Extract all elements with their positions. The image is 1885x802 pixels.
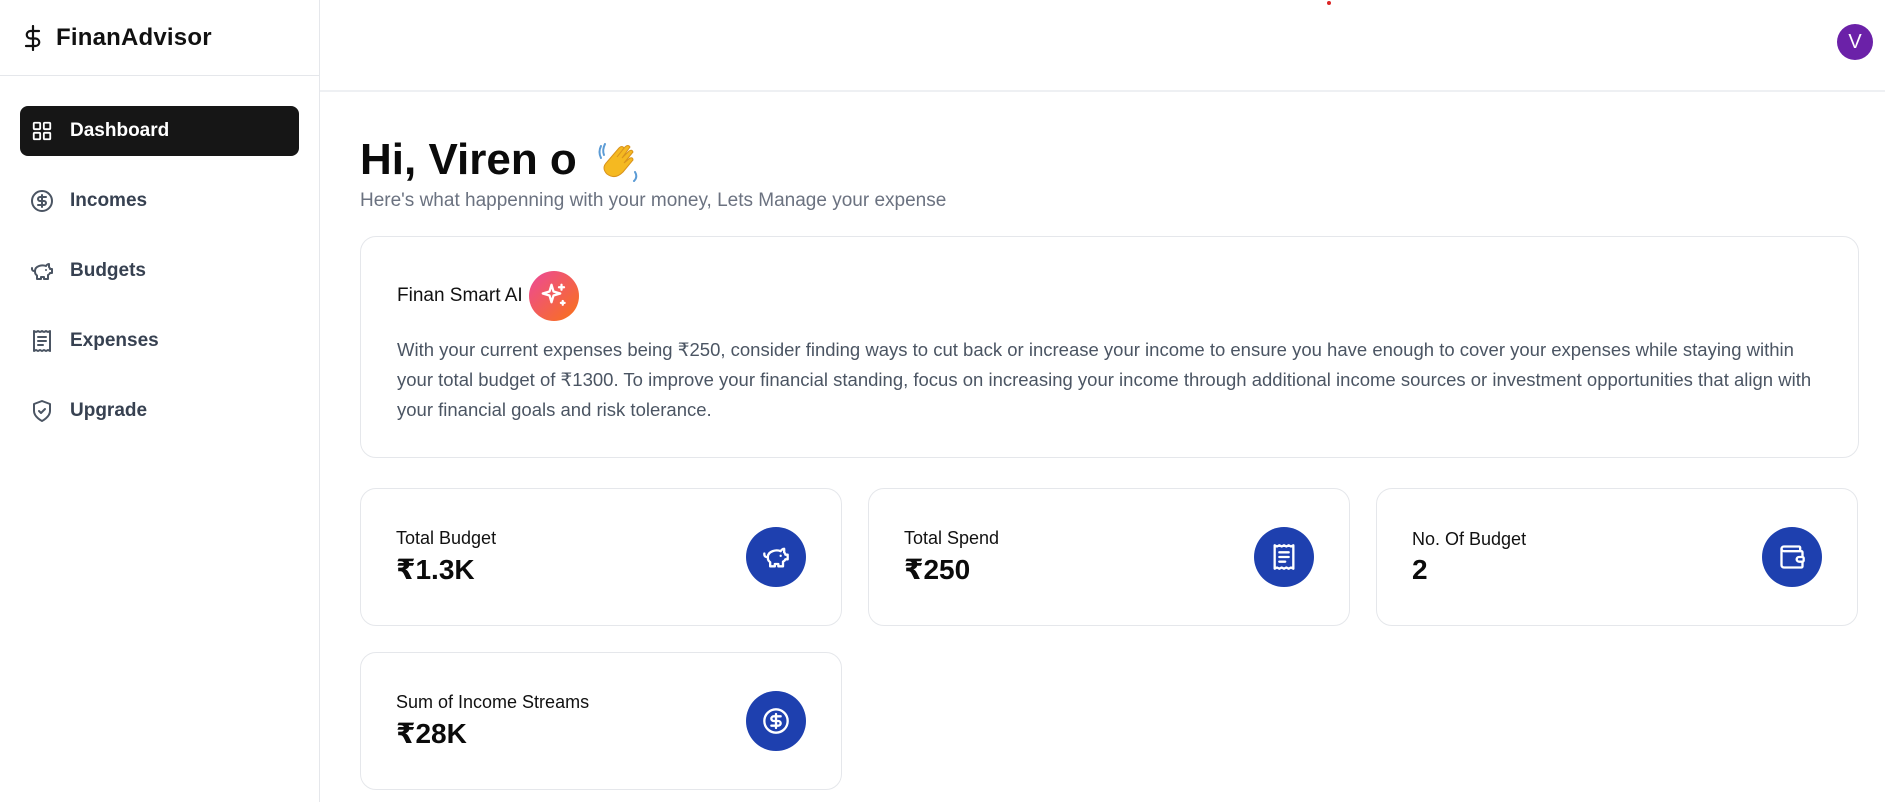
avatar[interactable]: V	[1837, 24, 1873, 60]
piggy-bank-icon	[746, 527, 806, 587]
ai-insight-text: With your current expenses being ₹250, c…	[397, 339, 1812, 420]
app: FinanAdvisor Dashboard Incomes Budgets E…	[0, 0, 1885, 802]
sidebar-item-expenses[interactable]: Expenses	[20, 316, 299, 366]
wallet-icon	[1762, 527, 1822, 587]
circle-dollar-icon	[746, 691, 806, 751]
stat-card-number-of-budgets: No. Of Budget 2	[1376, 488, 1858, 626]
sidebar-item-label: Budgets	[70, 260, 146, 281]
ai-card-header: Finan Smart AI	[397, 271, 1822, 321]
stat-value: ₹250	[904, 554, 971, 585]
stats-grid: Total Budget ₹1.3K Total Spend ₹250 No. …	[360, 488, 1859, 790]
brand-name: FinanAdvisor	[56, 23, 212, 51]
ai-card-title: Finan Smart AI	[397, 285, 523, 306]
main-content: Hi, Viren o Here's what happenning with …	[360, 92, 1859, 790]
piggy-bank-icon	[30, 259, 54, 283]
stat-label: Total Spend	[904, 528, 1000, 548]
layout-grid-icon	[30, 119, 54, 143]
sidebar-item-dashboard[interactable]: Dashboard	[20, 106, 299, 156]
dollar-icon	[22, 24, 44, 51]
sidebar-item-upgrade[interactable]: Upgrade	[20, 386, 299, 436]
shield-check-icon	[30, 399, 54, 423]
stat-card-total-budget: Total Budget ₹1.3K	[360, 488, 842, 626]
stat-label: Total Budget	[396, 528, 497, 548]
stat-value: ₹28K	[396, 718, 467, 749]
sidebar-nav: Dashboard Incomes Budgets Expenses Upgra…	[0, 76, 319, 436]
stat-value: 2	[1412, 553, 1428, 585]
waving-hand-icon	[595, 136, 643, 184]
avatar-initial: V	[1848, 30, 1862, 53]
sidebar-item-label: Incomes	[70, 190, 148, 211]
ai-insight-card: Finan Smart AI With your current expense…	[360, 236, 1859, 458]
stat-label: No. Of Budget	[1412, 528, 1527, 549]
receipt-icon	[30, 329, 54, 353]
receipt-icon	[1254, 527, 1314, 587]
sidebar-item-incomes[interactable]: Incomes	[20, 176, 299, 226]
brand[interactable]: FinanAdvisor	[0, 0, 319, 76]
top-header: V	[320, 0, 1885, 92]
page-subtitle: Here's what happenning with your money, …	[360, 190, 947, 211]
stat-label: Sum of Income Streams	[396, 692, 590, 712]
sidebar-item-label: Dashboard	[70, 120, 170, 141]
stat-value: ₹1.3K	[396, 554, 475, 585]
sidebar-item-label: Upgrade	[70, 400, 148, 421]
sidebar: FinanAdvisor Dashboard Incomes Budgets E…	[0, 0, 320, 802]
circle-dollar-icon	[30, 189, 54, 213]
sparkles-icon	[528, 271, 579, 321]
page-title: Hi, Viren o	[360, 135, 577, 184]
sidebar-item-budgets[interactable]: Budgets	[20, 246, 299, 296]
greeting: Hi, Viren o	[360, 136, 1859, 184]
stat-card-total-spend: Total Spend ₹250	[868, 488, 1350, 626]
stat-card-income-streams: Sum of Income Streams ₹28K	[360, 652, 842, 790]
sidebar-item-label: Expenses	[70, 330, 159, 351]
notification-dot	[1327, 1, 1331, 5]
